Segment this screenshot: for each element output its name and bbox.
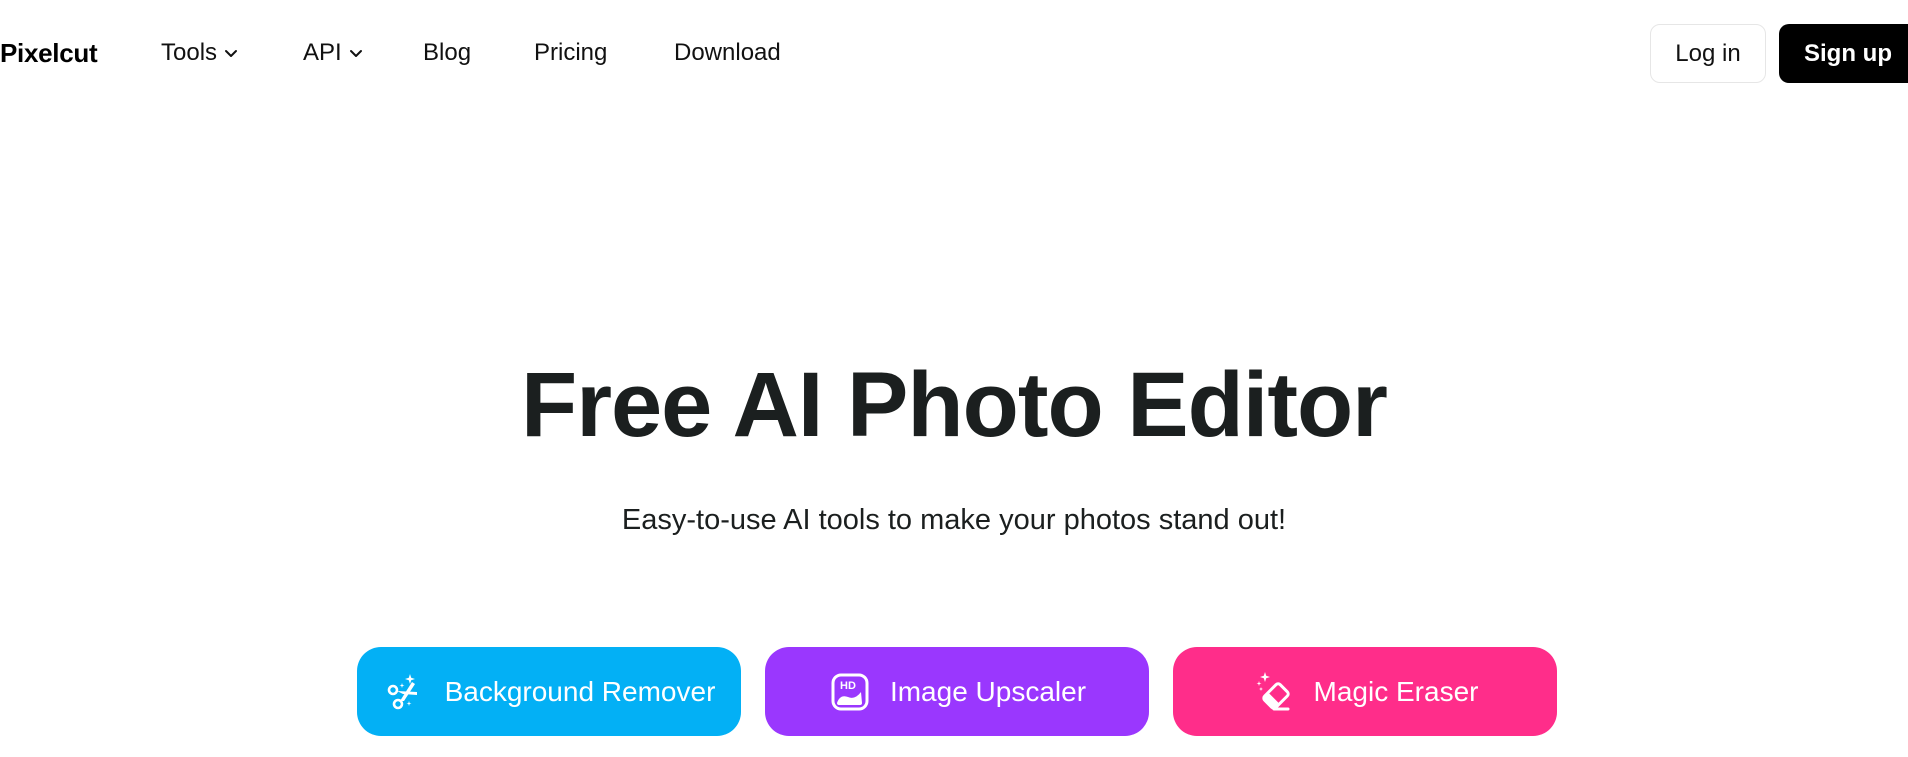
- signup-button[interactable]: Sign up: [1779, 24, 1908, 83]
- login-button[interactable]: Log in: [1650, 24, 1766, 83]
- nav-item-label: Download: [674, 39, 781, 66]
- nav-item-download[interactable]: Download: [674, 36, 781, 70]
- nav-item-api[interactable]: API: [303, 36, 364, 70]
- scissors-sparkle-icon: [387, 673, 417, 709]
- chevron-down-icon: [225, 50, 238, 57]
- nav-item-pricing[interactable]: Pricing: [534, 36, 607, 70]
- nav-item-label: Tools: [161, 39, 218, 66]
- top-navigation: Pixelcut Tools API Blog Pricing Download…: [0, 0, 1908, 106]
- tool-button-label: Image Upscaler: [889, 675, 1087, 707]
- nav-item-label: Blog: [423, 39, 472, 66]
- nav-item-label: Pricing: [534, 39, 608, 66]
- magic-eraser-button[interactable]: Magic Eraser: [1173, 647, 1557, 736]
- eraser-sparkle-icon: [1256, 671, 1290, 710]
- svg-text:HD: HD: [840, 680, 856, 692]
- page-title: Free AI Photo Editor: [521, 354, 1388, 456]
- background-remover-button[interactable]: Background Remover: [357, 647, 741, 736]
- nav-item-tools[interactable]: Tools: [161, 36, 239, 70]
- tool-button-label: Magic Eraser: [1313, 675, 1479, 707]
- hero-subtitle: Easy-to-use AI tools to make your photos…: [621, 504, 1287, 536]
- nav-item-label: API: [303, 39, 342, 66]
- image-upscaler-button[interactable]: HD Image Upscaler: [765, 647, 1149, 736]
- chevron-down-icon: [349, 50, 362, 57]
- tool-button-label: Background Remover: [444, 675, 716, 707]
- hd-image-icon: HD: [831, 673, 869, 710]
- logo[interactable]: Pixelcut: [0, 36, 98, 70]
- nav-item-blog[interactable]: Blog: [423, 36, 471, 70]
